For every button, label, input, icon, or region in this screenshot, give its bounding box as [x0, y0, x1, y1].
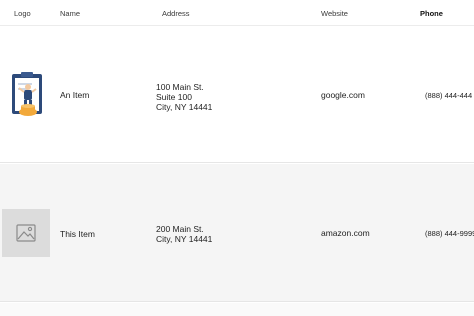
column-header-phone[interactable]: Phone — [420, 9, 443, 18]
address-line: 100 Main St. — [156, 82, 204, 92]
item-phone: (888) 444-9999 — [425, 229, 474, 238]
column-header-name[interactable]: Name — [60, 9, 80, 18]
image-placeholder-icon — [2, 209, 50, 257]
item-phone: (888) 444-444 — [425, 91, 473, 100]
table-row[interactable]: This Item 200 Main St. City, NY 14441 am… — [0, 164, 474, 302]
item-name: An Item — [60, 90, 90, 100]
items-table: Logo Name Address Website Phone An Item … — [0, 0, 474, 316]
address-line: City, NY 14441 — [156, 234, 213, 244]
item-website[interactable]: amazon.com — [321, 228, 370, 238]
table-header: Logo Name Address Website Phone — [0, 0, 474, 26]
illustration-icon — [6, 70, 48, 118]
item-address: 100 Main St. Suite 100 City, NY 14441 — [156, 82, 212, 112]
address-line: Suite 100 — [156, 92, 192, 102]
column-header-website[interactable]: Website — [321, 9, 348, 18]
column-header-address[interactable]: Address — [162, 9, 190, 18]
table-row[interactable]: An Item 100 Main St. Suite 100 City, NY … — [0, 26, 474, 163]
column-header-logo[interactable]: Logo — [14, 9, 31, 18]
item-name: This Item — [60, 229, 95, 239]
address-line: City, NY 14441 — [156, 102, 213, 112]
item-website[interactable]: google.com — [321, 90, 365, 100]
item-address: 200 Main St. City, NY 14441 — [156, 224, 212, 244]
table-row[interactable] — [0, 303, 474, 316]
address-line: 200 Main St. — [156, 224, 204, 234]
